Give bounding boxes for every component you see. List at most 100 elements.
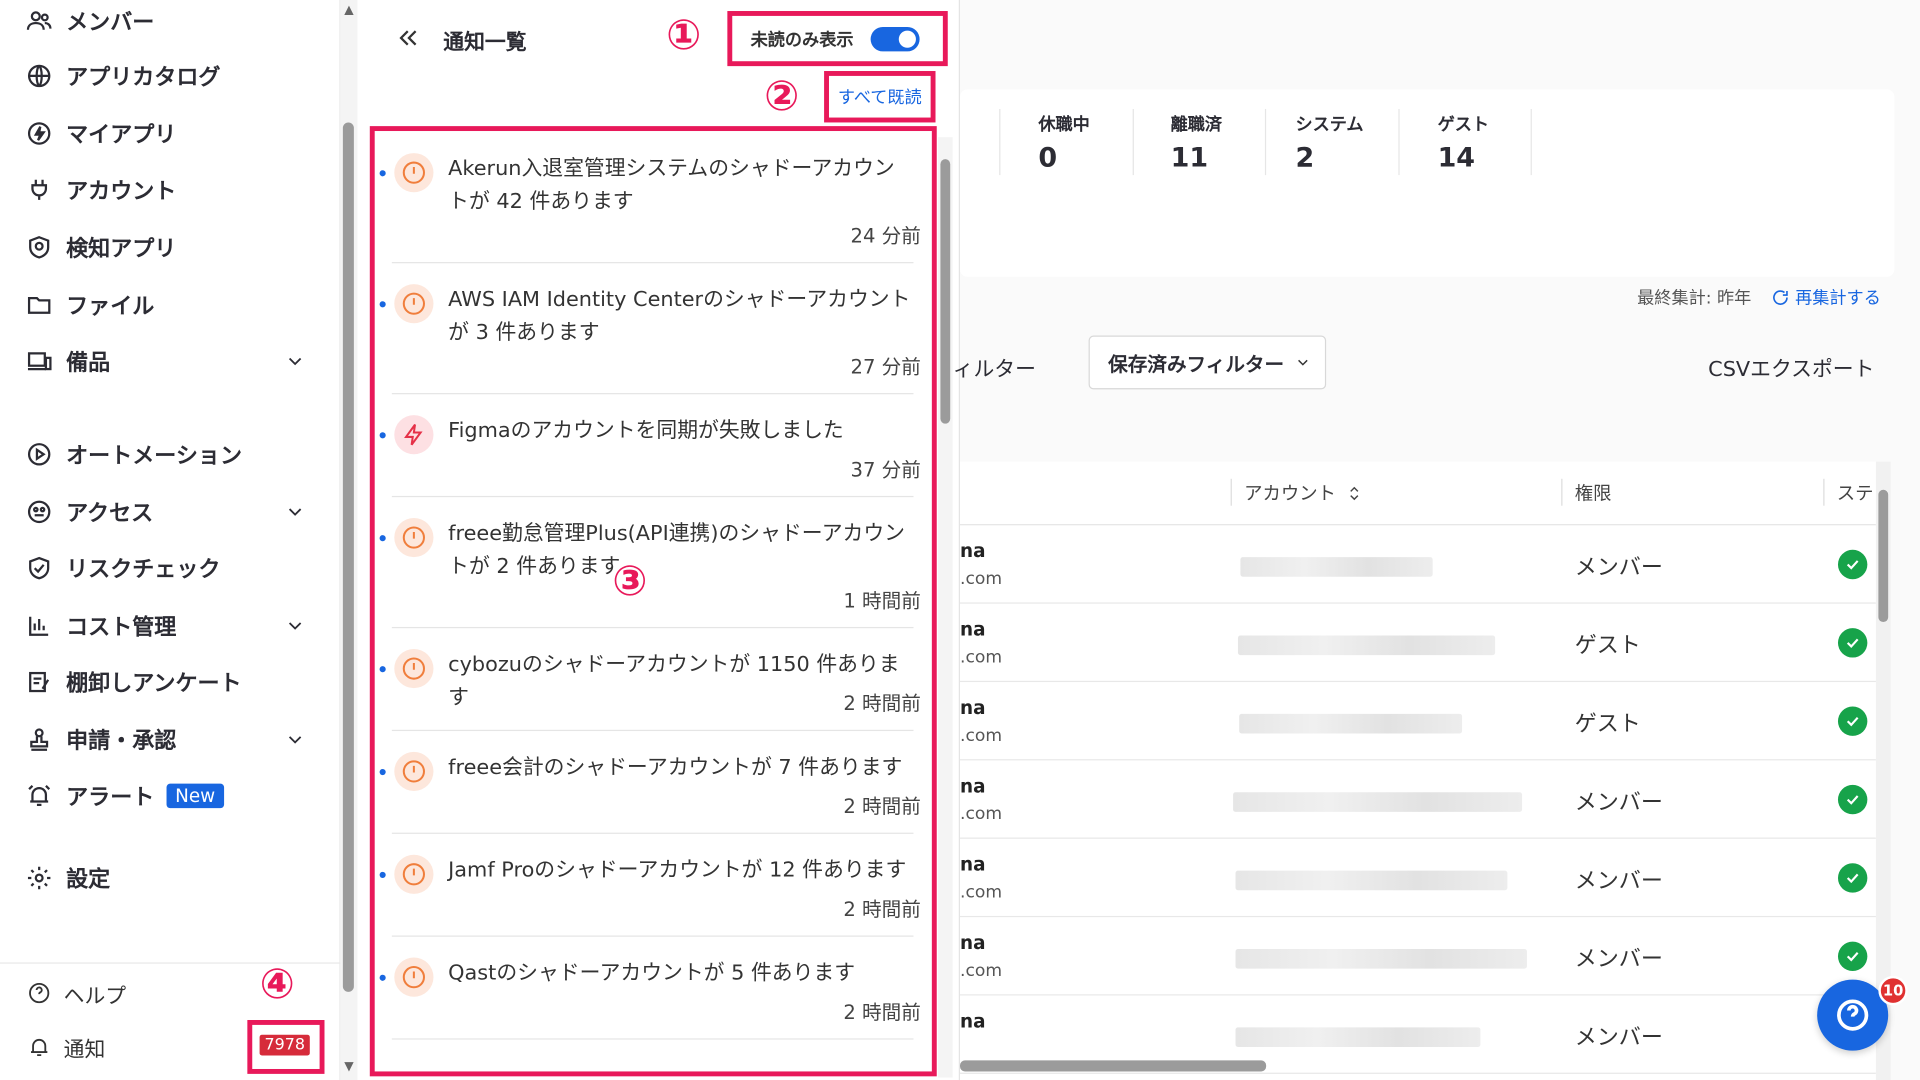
callout-3: ③ bbox=[612, 557, 648, 607]
reaggregate-link[interactable]: 再集計する bbox=[1771, 285, 1881, 309]
notification-time: 24 分前 bbox=[850, 224, 921, 248]
sidebar-item-label: アプリカタログ bbox=[66, 64, 221, 91]
table-row[interactable]: na .com ゲスト bbox=[960, 604, 1876, 683]
sidebar-item-alerts[interactable]: アラート New bbox=[24, 778, 224, 815]
redacted-account bbox=[1239, 713, 1463, 734]
sidebar-item-detected-apps[interactable]: 検知アプリ bbox=[24, 229, 176, 266]
help-link[interactable]: ヘルプ bbox=[24, 976, 126, 1010]
divider bbox=[1398, 108, 1400, 176]
sidebar-item-members[interactable]: メンバー bbox=[24, 2, 154, 39]
help-icon bbox=[24, 978, 53, 1007]
bolt-icon bbox=[24, 119, 53, 148]
notification-text: Qastのシャドーアカウントが 5 件あります bbox=[448, 961, 856, 986]
sidebar-item-automation[interactable]: オートメーション bbox=[24, 436, 242, 473]
divider bbox=[391, 262, 914, 264]
unread-only-label: 未読のみ表示 bbox=[750, 30, 854, 50]
member-stats-card: 休職中 0 離職済 11 システム 2 ゲスト 14 bbox=[960, 89, 1895, 277]
unread-dot bbox=[379, 170, 386, 177]
help-unread-badge: 10 bbox=[1878, 975, 1908, 1006]
sidebar-scrollbar-thumb[interactable] bbox=[342, 122, 354, 992]
stat-label: システム bbox=[1295, 115, 1364, 135]
table-row[interactable]: na .com ゲスト bbox=[960, 682, 1876, 761]
column-header-account[interactable]: アカウント bbox=[1244, 480, 1363, 506]
column-header-role[interactable]: 権限 bbox=[1575, 480, 1612, 506]
divider bbox=[1264, 108, 1267, 176]
csv-export-button[interactable]: CSVエクスポート bbox=[1708, 351, 1874, 382]
chevron-down-icon[interactable] bbox=[284, 501, 306, 523]
member-role: メンバー bbox=[1574, 1024, 1663, 1051]
notification-list: Akerun入退室管理システムのシャドーアカウントが 42 件あります 24 分… bbox=[369, 126, 937, 1077]
notification-text: Akerun入退室管理システムのシャドーアカウントが 42 件あります bbox=[448, 156, 895, 215]
table-row[interactable]: na .com メンバー bbox=[960, 839, 1876, 918]
member-name: na bbox=[960, 775, 986, 798]
column-header-label: アカウント bbox=[1244, 482, 1336, 505]
refresh-icon bbox=[1773, 290, 1788, 305]
notification-text: Jamf Proのシャドーアカウントが 12 件あります bbox=[448, 858, 907, 883]
alarm-icon bbox=[24, 781, 53, 810]
table-scrollbar-thumb[interactable] bbox=[1878, 489, 1889, 623]
sidebar-item-label: アカウント bbox=[66, 178, 177, 205]
gear-icon bbox=[24, 863, 53, 892]
sidebar-item-label: 設定 bbox=[66, 866, 111, 893]
stat-label: ゲスト bbox=[1437, 115, 1489, 135]
unread-dot bbox=[379, 666, 386, 673]
saved-filter-dropdown[interactable]: 保存済みフィルター bbox=[1088, 335, 1327, 390]
notifications-link[interactable]: 通知 bbox=[24, 1030, 105, 1064]
sidebar: メンバー アプリカタログ マイアプリ アカウント 検知アプリ ファイル 備品 オ… bbox=[0, 0, 341, 1080]
column-header-status[interactable]: ステ bbox=[1837, 480, 1874, 506]
notification-time: 2 時間前 bbox=[843, 1000, 921, 1024]
sidebar-item-settings[interactable]: 設定 bbox=[24, 860, 110, 897]
member-domain: .com bbox=[960, 726, 1003, 746]
sidebar-item-risk-check[interactable]: リスクチェック bbox=[24, 550, 220, 587]
sidebar-item-files[interactable]: ファイル bbox=[24, 287, 154, 324]
sidebar-item-inventory-survey[interactable]: 棚卸しアンケート bbox=[24, 664, 242, 701]
table-row[interactable]: na .com メンバー bbox=[960, 917, 1876, 996]
divider bbox=[1823, 478, 1825, 506]
divider bbox=[391, 1038, 914, 1040]
notification-panel: 通知一覧 未読のみ表示 すべて既読 Akerun入退室管理システムのシャドーアカ… bbox=[357, 0, 961, 1080]
unread-only-toggle[interactable] bbox=[870, 26, 920, 51]
sidebar-item-accounts[interactable]: アカウント bbox=[24, 171, 176, 208]
column-header-label: 権限 bbox=[1574, 482, 1612, 505]
notification-text: freee会計のシャドーアカウントが 7 件あります bbox=[448, 755, 903, 781]
warning-icon bbox=[394, 284, 434, 324]
chevron-down-icon[interactable] bbox=[284, 350, 306, 372]
plug-icon bbox=[24, 175, 53, 204]
table-horizontal-scrollbar[interactable] bbox=[960, 1060, 1267, 1072]
survey-icon bbox=[24, 667, 53, 696]
member-name: na bbox=[960, 540, 986, 563]
member-domain: .com bbox=[960, 882, 1003, 903]
sidebar-item-label: アクセス bbox=[66, 500, 154, 527]
callout-1: ① bbox=[666, 11, 702, 61]
sidebar-item-equipment[interactable]: 備品 bbox=[24, 343, 110, 380]
chevron-down-icon[interactable] bbox=[284, 729, 306, 751]
notification-time: 2 時間前 bbox=[843, 897, 921, 921]
chart-icon bbox=[24, 611, 53, 640]
sidebar-item-cost[interactable]: コスト管理 bbox=[24, 607, 176, 644]
globe-icon bbox=[24, 61, 53, 90]
warning-icon bbox=[394, 517, 434, 558]
sidebar-item-label: アラート bbox=[66, 784, 155, 811]
scroll-down-arrow-icon[interactable]: ▼ bbox=[342, 1060, 357, 1073]
member-name: na bbox=[960, 618, 986, 641]
collapse-panel-icon[interactable] bbox=[394, 24, 421, 51]
chevron-down-icon[interactable] bbox=[284, 615, 306, 637]
member-name: na bbox=[960, 853, 986, 876]
mark-all-read-button[interactable]: すべて既読 bbox=[838, 84, 922, 108]
table-row[interactable]: na .com メンバー bbox=[960, 760, 1876, 839]
sidebar-item-label: オートメーション bbox=[66, 443, 243, 469]
stamp-icon bbox=[24, 725, 53, 754]
table-row[interactable]: na .com メンバー bbox=[960, 525, 1876, 604]
scroll-up-arrow-icon[interactable]: ▲ bbox=[342, 4, 357, 17]
sidebar-item-label: リスクチェック bbox=[66, 557, 221, 583]
stat-value: 11 bbox=[1170, 143, 1209, 174]
sidebar-item-access[interactable]: アクセス bbox=[24, 493, 153, 530]
sidebar-item-requests[interactable]: 申請・承認 bbox=[24, 721, 176, 758]
filter-button[interactable]: ィルター bbox=[953, 351, 1036, 382]
member-domain: .com bbox=[960, 569, 1003, 589]
notification-list-scrollbar-thumb[interactable] bbox=[940, 159, 951, 424]
notification-text: AWS IAM Identity Centerのシャドーアカウントが 3 件あり… bbox=[448, 287, 911, 346]
sidebar-item-app-catalog[interactable]: アプリカタログ bbox=[24, 58, 220, 95]
notification-text: freee勤怠管理Plus(API連携)のシャドーアカウントが 2 件あります bbox=[448, 521, 905, 580]
sidebar-item-my-apps[interactable]: マイアプリ bbox=[24, 115, 176, 152]
